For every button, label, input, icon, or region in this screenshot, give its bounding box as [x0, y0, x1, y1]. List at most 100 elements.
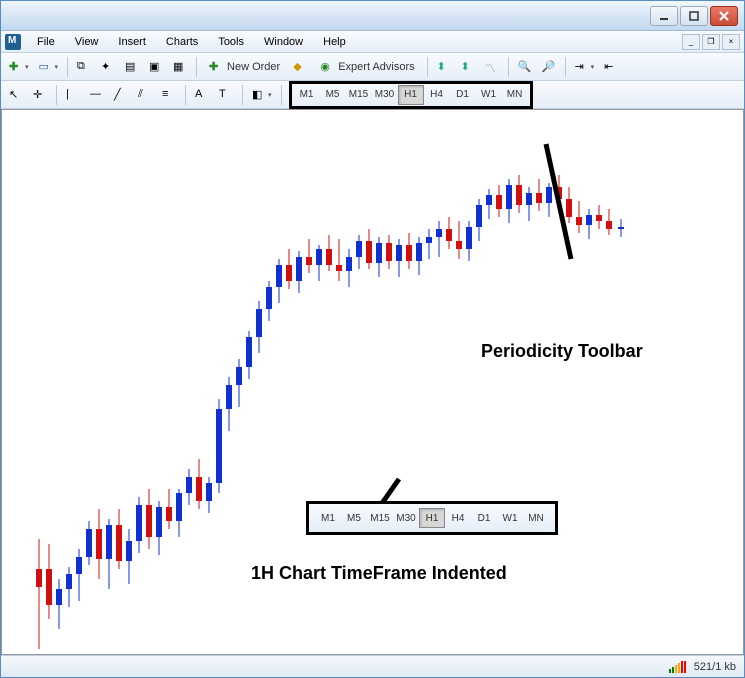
autoscroll-icon: ⇥: [575, 60, 589, 74]
tester-icon: ▦: [173, 60, 187, 74]
timeframe-m1-button[interactable]: M1: [315, 508, 341, 528]
status-kb: 521/1 kb: [694, 661, 736, 673]
strategy-tester-button[interactable]: ▦: [169, 56, 191, 78]
channel-button[interactable]: ⫽: [134, 84, 156, 106]
mdi-minimize-button[interactable]: _: [682, 34, 700, 50]
label-button[interactable]: T: [215, 84, 237, 106]
timeframe-m30-button[interactable]: M30: [393, 508, 419, 528]
window-maximize-button[interactable]: [680, 6, 708, 26]
hline-icon: —: [90, 88, 104, 102]
timeframe-d1-button[interactable]: D1: [471, 508, 497, 528]
trend-icon: ╱: [114, 88, 128, 102]
cursor-button[interactable]: ↖: [5, 84, 27, 106]
terminal-button[interactable]: ▣: [145, 56, 167, 78]
fib-icon: ≡: [162, 88, 176, 102]
new-chart-button[interactable]: ✚: [5, 56, 33, 78]
chart-shift-button[interactable]: ⇤: [600, 56, 622, 78]
mdi-close-button[interactable]: ×: [722, 34, 740, 50]
zoom-out-icon: 🔎: [542, 60, 556, 74]
timeframe-m1-button[interactable]: M1: [294, 85, 320, 105]
line-chart-button[interactable]: 〽: [481, 56, 503, 78]
app-icon: [5, 34, 21, 50]
terminal-icon: ▣: [149, 60, 163, 74]
cursor-icon: ↖: [9, 88, 23, 102]
vertical-line-button[interactable]: |: [62, 84, 84, 106]
menu-window[interactable]: Window: [254, 33, 313, 51]
timeframe-h4-button[interactable]: H4: [424, 85, 450, 105]
menu-charts[interactable]: Charts: [156, 33, 208, 51]
crosshair-button[interactable]: ✛: [29, 84, 51, 106]
menu-file[interactable]: File: [27, 33, 65, 51]
candle-chart-icon: ⬍: [461, 60, 475, 74]
menu-help[interactable]: Help: [313, 33, 356, 51]
label-icon: T: [219, 88, 233, 102]
expert-icon: ◉: [320, 60, 334, 74]
menu-view[interactable]: View: [65, 33, 109, 51]
profile-icon: ▭: [39, 60, 53, 74]
annotation-periodicity-box: M1M5M15M30H1H4D1W1MN: [306, 501, 558, 535]
market-watch-icon: ⧉: [77, 60, 91, 74]
shift-icon: ⇤: [604, 60, 618, 74]
separator: [427, 57, 428, 77]
separator: [185, 85, 186, 105]
navigator-button[interactable]: ✦: [97, 56, 119, 78]
data-window-button[interactable]: ▤: [121, 56, 143, 78]
toolbar-standard: ✚ ▭ ⧉ ✦ ▤ ▣ ▦ ✚ New Order ◆ ◉ Expert Advis…: [1, 53, 744, 81]
timeframe-m30-button[interactable]: M30: [372, 85, 398, 105]
mdi-restore-button[interactable]: ❐: [702, 34, 720, 50]
expert-advisors-button[interactable]: ◉ Expert Advisors: [313, 56, 421, 78]
fibonacci-button[interactable]: ≡: [158, 84, 180, 106]
separator: [281, 85, 282, 105]
connection-bars-icon: [669, 661, 686, 673]
navigator-icon: ✦: [101, 60, 115, 74]
expert-advisors-label: Expert Advisors: [338, 61, 414, 73]
periodicity-toolbar: M1M5M15M30H1H4D1W1MN: [289, 81, 533, 109]
text-button[interactable]: A: [191, 84, 213, 106]
timeframe-w1-button[interactable]: W1: [497, 508, 523, 528]
new-order-label: New Order: [227, 61, 280, 73]
titlebar: [1, 1, 744, 31]
timeframe-d1-button[interactable]: D1: [450, 85, 476, 105]
channel-icon: ⫽: [138, 88, 152, 102]
new-order-button[interactable]: ✚ New Order: [202, 56, 287, 78]
timeframe-m15-button[interactable]: M15: [346, 85, 372, 105]
crosshair-icon: ✛: [33, 88, 47, 102]
timeframe-m5-button[interactable]: M5: [320, 85, 346, 105]
menu-insert[interactable]: Insert: [108, 33, 156, 51]
separator: [196, 57, 197, 77]
bar-chart-icon: ⬍: [437, 60, 451, 74]
zoom-out-button[interactable]: 🔎: [538, 56, 560, 78]
chart-area[interactable]: Periodicity Toolbar M1M5M15M30H1H4D1W1MN…: [1, 109, 744, 655]
bar-chart-button[interactable]: ⬍: [433, 56, 455, 78]
timeframe-h1-button[interactable]: H1: [398, 85, 424, 105]
order-icon: ✚: [209, 60, 223, 74]
separator: [56, 85, 57, 105]
market-watch-button[interactable]: ⧉: [73, 56, 95, 78]
shapes-button[interactable]: ◧: [248, 84, 276, 106]
metaeditor-button[interactable]: ◆: [289, 56, 311, 78]
menubar: File View Insert Charts Tools Window Hel…: [1, 31, 744, 53]
app-window: File View Insert Charts Tools Window Hel…: [0, 0, 745, 678]
menu-tools[interactable]: Tools: [208, 33, 254, 51]
timeframe-mn-button[interactable]: MN: [523, 508, 549, 528]
vline-icon: |: [66, 88, 80, 102]
zoom-in-button[interactable]: 🔍: [514, 56, 536, 78]
text-icon: A: [195, 88, 209, 102]
zoom-in-icon: 🔍: [518, 60, 532, 74]
auto-scroll-button[interactable]: ⇥: [571, 56, 599, 78]
profiles-button[interactable]: ▭: [35, 56, 63, 78]
candle-chart-button[interactable]: ⬍: [457, 56, 479, 78]
window-minimize-button[interactable]: [650, 6, 678, 26]
timeframe-m5-button[interactable]: M5: [341, 508, 367, 528]
window-close-button[interactable]: [710, 6, 738, 26]
timeframe-h4-button[interactable]: H4: [445, 508, 471, 528]
annotation-label-indented: 1H Chart TimeFrame Indented: [251, 563, 507, 584]
toolbar-line-studies: ↖ ✛ | — ╱ ⫽ ≡ A T ◧ M1M5M15M30H1H4D1W1MN: [1, 81, 744, 109]
timeframe-mn-button[interactable]: MN: [502, 85, 528, 105]
shapes-icon: ◧: [252, 88, 266, 102]
timeframe-h1-button[interactable]: H1: [419, 508, 445, 528]
timeframe-m15-button[interactable]: M15: [367, 508, 393, 528]
trendline-button[interactable]: ╱: [110, 84, 132, 106]
horizontal-line-button[interactable]: —: [86, 84, 108, 106]
timeframe-w1-button[interactable]: W1: [476, 85, 502, 105]
